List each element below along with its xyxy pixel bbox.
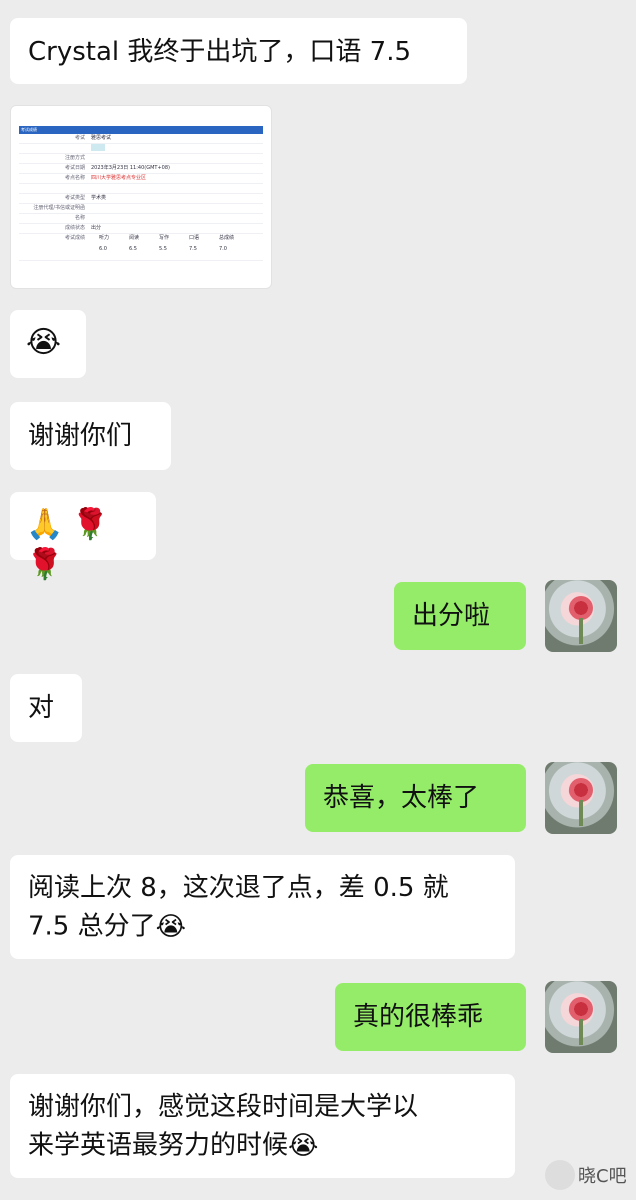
message-bubble-received[interactable]: Crystal 我终于出坑了，口语 7.5 — [10, 18, 467, 84]
rose-icon — [569, 778, 593, 802]
score-value: 6.0 — [99, 246, 107, 252]
score-header: 总成绩 — [219, 235, 235, 241]
screenshot-row: 注册方式 — [19, 154, 263, 164]
screenshot-row: 考试类型 学术类 — [19, 194, 263, 204]
screenshot-row: 注册代理/书信或证明函 — [19, 204, 263, 214]
score-value: 7.5 — [189, 246, 197, 252]
screenshot-row: 考试日期 2023年3月23日 11:40(GMT+08) — [19, 164, 263, 174]
message-text-line: 阅读上次 8，这次退了点，差 0.5 就 — [28, 873, 449, 903]
score-value: 5.5 — [159, 246, 167, 252]
message-bubble-sent[interactable]: 恭喜，太棒了 — [305, 764, 526, 832]
avatar[interactable] — [545, 580, 617, 652]
crying-face-icon: 😭 — [26, 324, 62, 360]
crying-face-icon: 😭 — [288, 1131, 319, 1161]
screenshot-row — [19, 184, 263, 194]
message-text: 对 — [28, 693, 55, 723]
blurred-area — [91, 144, 105, 151]
avatar[interactable] — [545, 762, 617, 834]
wechat-logo-icon — [545, 1160, 575, 1190]
rose-icon: 🌹 — [26, 547, 64, 582]
message-text: 真的很棒乖 — [353, 1002, 484, 1032]
score-header: 阅读 — [129, 235, 140, 241]
message-text-line: 来学英语最努力的时候 — [28, 1130, 289, 1161]
message-bubble-received[interactable]: 谢谢你们，感觉这段时间是大学以 来学英语最努力的时候😭 — [10, 1074, 515, 1178]
image-message-screenshot[interactable]: 考试成绩 考试 雅思考试 注册方式 考试日期 2023年3月23日 11:40(GM… — [10, 105, 272, 289]
message-bubble-received[interactable]: 🙏 🌹 🌹 — [10, 492, 156, 582]
avatar[interactable] — [545, 981, 617, 1053]
message-text: Crystal 我终于出坑了，口语 7.5 — [28, 37, 412, 67]
screenshot-row: 成绩状态 出分 — [19, 224, 263, 234]
rose-icon — [569, 997, 593, 1021]
message-text-line: 谢谢你们，感觉这段时间是大学以 — [28, 1092, 419, 1122]
score-header: 口语 — [189, 235, 200, 241]
message-bubble-received[interactable]: 阅读上次 8，这次退了点，差 0.5 就 7.5 总分了😭 — [10, 855, 515, 959]
screenshot-row — [19, 144, 263, 154]
screenshot-row: 考点名称 四川大学雅思考点专业区 — [19, 174, 263, 184]
folded-hands-icon: 🙏 — [26, 506, 64, 542]
message-bubble-sent[interactable]: 出分啦 — [394, 582, 526, 650]
screenshot-row: 考试成绩 听力 阅读 写作 口语 总成绩 6.0 6.5 5.5 7.5 7.0 — [19, 234, 263, 261]
screenshot-row: 考试 雅思考试 — [19, 134, 263, 144]
message-text: 恭喜，太棒了 — [323, 783, 480, 813]
screenshot-row: 名称 — [19, 214, 263, 224]
message-bubble-received[interactable]: 谢谢你们 — [10, 402, 171, 470]
message-text: 出分啦 — [412, 601, 491, 631]
rose-icon: 🌹 — [71, 506, 109, 542]
screenshot-header: 考试成绩 — [19, 126, 263, 134]
rose-icon — [569, 596, 593, 620]
score-header: 写作 — [159, 235, 170, 241]
message-bubble-received[interactable]: 😭 — [10, 310, 86, 378]
score-header: 听力 — [99, 235, 110, 241]
crying-face-icon: 😭 — [155, 912, 187, 942]
watermark-brand: 晓C吧 — [578, 1166, 627, 1187]
message-text: 谢谢你们 — [28, 421, 133, 451]
message-bubble-received[interactable]: 对 — [10, 674, 82, 742]
score-value: 6.5 — [129, 246, 137, 252]
message-text-line: 7.5 总分了 — [28, 911, 156, 942]
score-value: 7.0 — [219, 246, 227, 252]
message-bubble-sent[interactable]: 真的很棒乖 — [335, 983, 526, 1051]
